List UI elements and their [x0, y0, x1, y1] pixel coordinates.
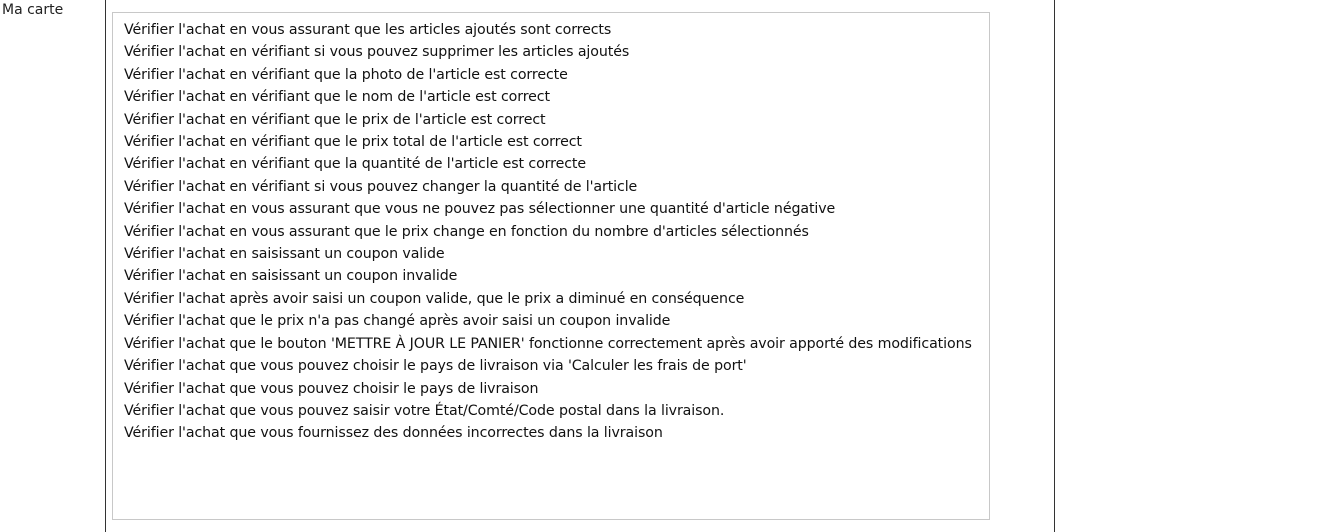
test-case-line: Vérifier l'achat que vous pouvez saisir …: [124, 402, 725, 419]
row-label: Ma carte: [2, 2, 64, 18]
test-case-line: Vérifier l'achat que vous fournissez des…: [124, 425, 663, 442]
test-case-line: Vérifier l'achat en vérifiant que la qua…: [124, 156, 587, 173]
test-case-line: Vérifier l'achat en saisissant un coupon…: [124, 268, 458, 285]
test-case-line: Vérifier l'achat en saisissant un coupon…: [124, 246, 445, 263]
test-case-line: Vérifier l'achat que le prix n'a pas cha…: [124, 313, 671, 330]
test-case-line: Vérifier l'achat en vous assurant que le…: [124, 22, 612, 38]
test-case-line: Vérifier l'achat en vérifiant que le pri…: [124, 134, 582, 151]
table-border-left: [105, 0, 106, 532]
table-border-right: [1054, 0, 1055, 532]
test-case-line: Vérifier l'achat que vous pouvez choisir…: [124, 358, 747, 375]
test-case-line: Vérifier l'achat en vérifiant si vous po…: [124, 178, 638, 195]
test-case-line: Vérifier l'achat en vérifiant que le nom…: [124, 89, 550, 106]
test-case-line: Vérifier l'achat après avoir saisi un co…: [124, 290, 745, 307]
test-case-line: Vérifier l'achat en vérifiant que la pho…: [124, 66, 568, 83]
test-case-list: Vérifier l'achat en vous assurant que le…: [124, 19, 974, 445]
test-case-line: Vérifier l'achat en vous assurant que le…: [124, 223, 809, 240]
test-case-line: Vérifier l'achat en vérifiant que le pri…: [124, 111, 546, 128]
test-case-line: Vérifier l'achat que le bouton 'METTRE À…: [124, 335, 972, 352]
test-case-line: Vérifier l'achat en vérifiant si vous po…: [124, 44, 630, 61]
test-case-line: Vérifier l'achat en vous assurant que vo…: [124, 201, 836, 218]
test-cases-textbox[interactable]: Vérifier l'achat en vous assurant que le…: [112, 12, 990, 520]
test-case-line: Vérifier l'achat que vous pouvez choisir…: [124, 380, 539, 397]
